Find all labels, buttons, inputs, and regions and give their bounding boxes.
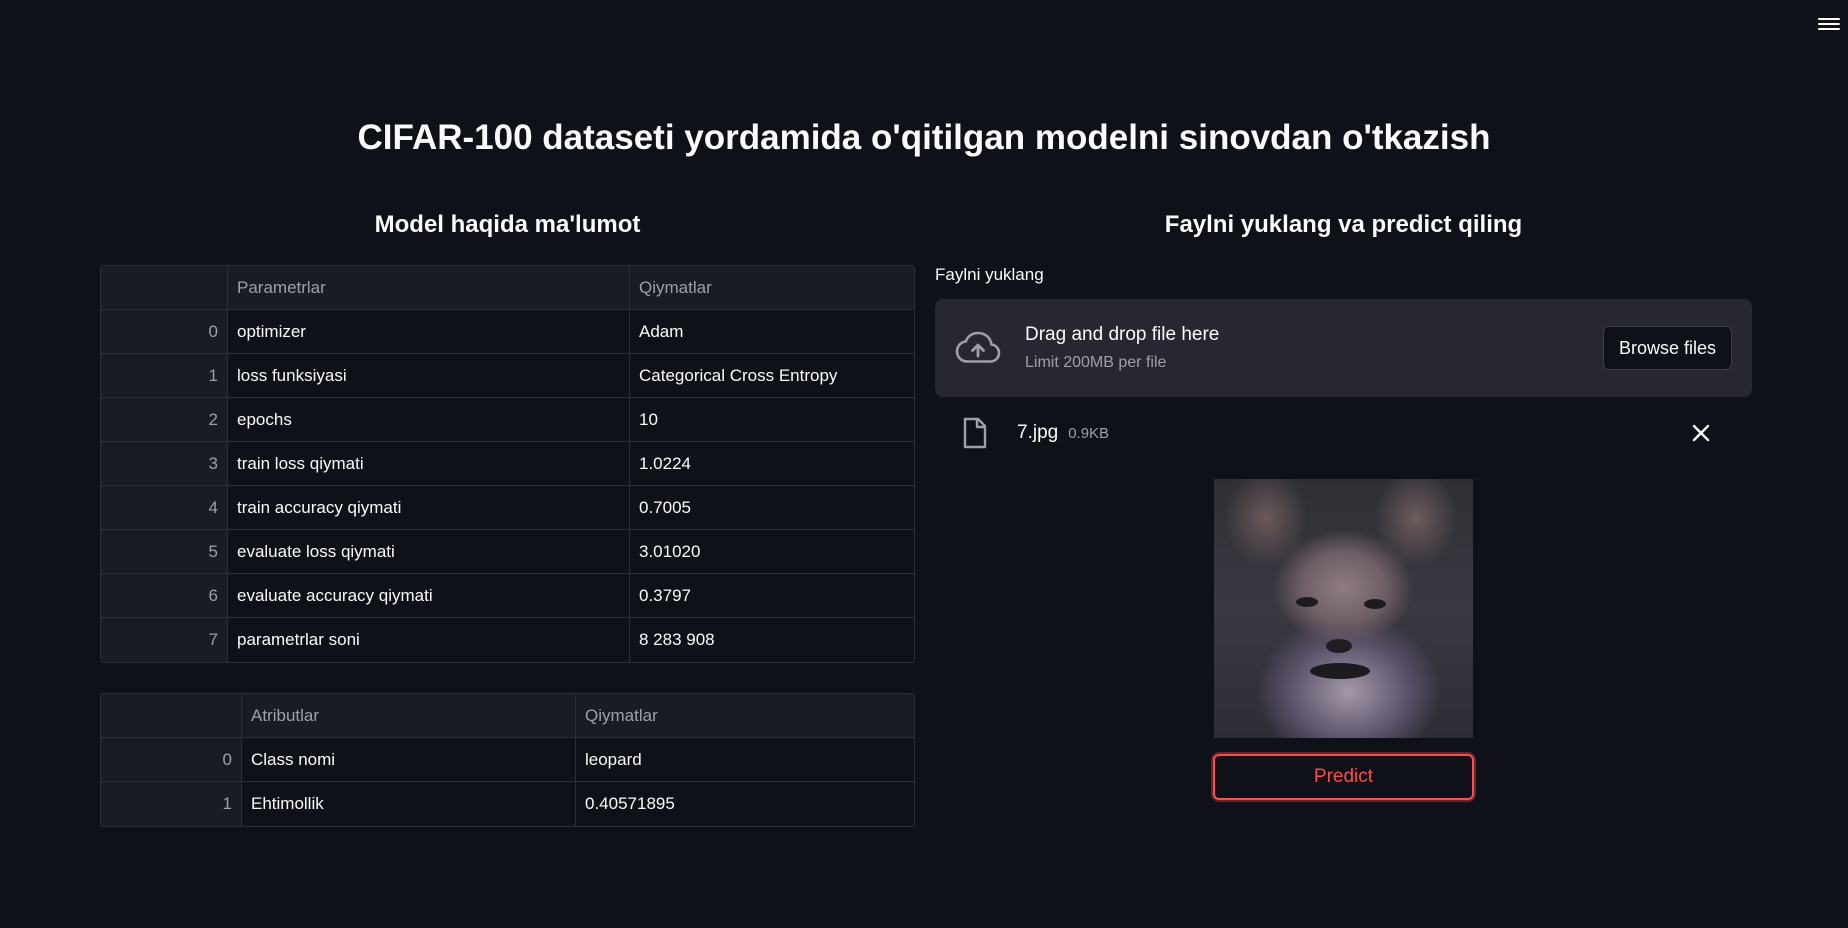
browse-files-button[interactable]: Browse files <box>1602 326 1732 370</box>
table-row: 3 train loss qiymati 1.0224 <box>101 442 914 486</box>
table-row: 1 loss funksiyasi Categorical Cross Entr… <box>101 354 914 398</box>
table-row: 4 train accuracy qiymati 0.7005 <box>101 486 914 530</box>
dropzone-limit: Limit 200MB per file <box>1025 354 1167 371</box>
index-header <box>101 266 228 310</box>
index-header <box>101 694 242 738</box>
hamburger-menu-icon[interactable] <box>1818 14 1840 34</box>
value-cell: 0.7005 <box>630 486 914 530</box>
row-index: 1 <box>101 354 228 398</box>
predict-container: Predict <box>935 754 1752 800</box>
param-cell: train loss qiymati <box>228 442 630 486</box>
attr-cell: Ehtimollik <box>242 782 576 826</box>
table-row: 6 evaluate accuracy qiymati 0.3797 <box>101 574 914 618</box>
uploaded-file-row: 7.jpg 0.9KB <box>935 397 1752 469</box>
value-cell: leopard <box>576 738 914 782</box>
close-icon[interactable] <box>1690 422 1712 444</box>
value-cell: Adam <box>630 310 914 354</box>
row-index: 0 <box>101 310 228 354</box>
row-index: 7 <box>101 618 228 662</box>
model-info-heading: Model haqida ma'lumot <box>374 211 641 238</box>
cloud-upload-icon <box>955 331 1001 363</box>
column-header-qiymatlar: Qiymatlar <box>630 266 914 310</box>
dropzone-text: Drag and drop file here Limit 200MB per … <box>1025 324 1603 372</box>
param-cell: loss funksiyasi <box>228 354 630 398</box>
param-cell: train accuracy qiymati <box>228 486 630 530</box>
table-row: 0 Class nomi leopard <box>101 738 914 782</box>
table-row: 1 Ehtimollik 0.40571895 <box>101 782 914 826</box>
model-info-column: Model haqida ma'lumot Parametrlar Qiymat… <box>100 205 915 827</box>
param-cell: parametrlar soni <box>228 618 630 662</box>
column-header-parametrlar: Parametrlar <box>228 266 630 310</box>
uploader-label: Faylni yuklang <box>935 265 1044 284</box>
table-row: 2 epochs 10 <box>101 398 914 442</box>
file-icon <box>963 417 987 449</box>
param-cell: evaluate accuracy qiymati <box>228 574 630 618</box>
file-size: 0.9KB <box>1068 424 1110 442</box>
value-cell: 3.01020 <box>630 530 914 574</box>
param-cell: optimizer <box>228 310 630 354</box>
upload-column: Faylni yuklang va predict qiling Faylni … <box>935 205 1752 800</box>
prediction-table: Atributlar Qiymatlar 0 Class nomi leopar… <box>100 693 915 827</box>
table-row: 7 parametrlar soni 8 283 908 <box>101 618 914 662</box>
row-index: 1 <box>101 782 242 826</box>
row-index: 4 <box>101 486 228 530</box>
row-index: 5 <box>101 530 228 574</box>
value-cell: Categorical Cross Entropy <box>630 354 914 398</box>
uploaded-image-preview <box>1214 479 1473 738</box>
row-index: 2 <box>101 398 228 442</box>
column-header-qiymatlar: Qiymatlar <box>576 694 914 738</box>
value-cell: 1.0224 <box>630 442 914 486</box>
row-index: 3 <box>101 442 228 486</box>
dropzone-title: Drag and drop file here <box>1025 324 1220 345</box>
attr-cell: Class nomi <box>242 738 576 782</box>
row-index: 6 <box>101 574 228 618</box>
preview-container <box>935 479 1752 738</box>
param-cell: evaluate loss qiymati <box>228 530 630 574</box>
file-dropzone[interactable]: Drag and drop file here Limit 200MB per … <box>935 299 1752 397</box>
row-index: 0 <box>101 738 242 782</box>
value-cell: 10 <box>630 398 914 442</box>
table-row: 0 optimizer Adam <box>101 310 914 354</box>
param-cell: epochs <box>228 398 630 442</box>
column-header-atributlar: Atributlar <box>242 694 576 738</box>
predict-button[interactable]: Predict <box>1213 754 1474 800</box>
table-row: 5 evaluate loss qiymati 3.01020 <box>101 530 914 574</box>
upload-heading: Faylni yuklang va predict qiling <box>1164 211 1523 238</box>
page-title: CIFAR-100 dataseti yordamida o'qitilgan … <box>357 118 1491 157</box>
value-cell: 0.3797 <box>630 574 914 618</box>
parameters-table: Parametrlar Qiymatlar 0 optimizer Adam 1… <box>100 265 915 663</box>
file-name: 7.jpg <box>1017 422 1059 443</box>
value-cell: 8 283 908 <box>639 630 715 649</box>
value-cell: 0.40571895 <box>585 794 675 813</box>
